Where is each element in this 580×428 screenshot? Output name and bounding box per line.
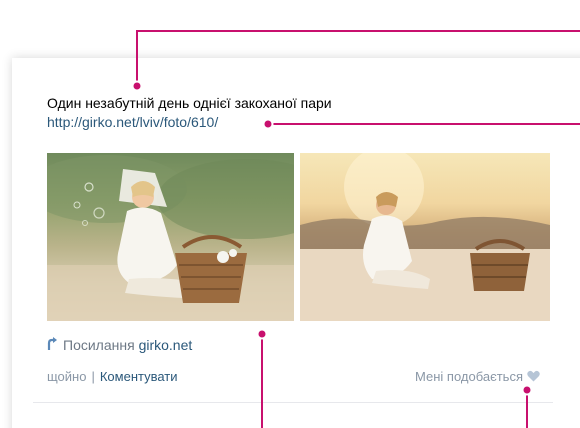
share-domain-link[interactable]: girko.net: [139, 337, 193, 353]
share-arrow-icon: [47, 337, 57, 351]
photo-2-image: [300, 153, 550, 321]
photo-1-image: [47, 155, 294, 321]
post-screenshot: Один незабутній день однієї закоханої па…: [0, 0, 580, 428]
like-label: Мені подобається: [415, 369, 523, 384]
meta-separator: |: [91, 369, 95, 384]
photo-2[interactable]: [300, 153, 550, 321]
share-label: Посилання: [63, 337, 135, 353]
like-button[interactable]: Мені подобається: [415, 369, 540, 384]
comment-button[interactable]: Коментувати: [100, 369, 178, 384]
post-meta: щойно | Коментувати: [47, 369, 178, 384]
post-link[interactable]: http://girko.net/lviv/foto/610/: [47, 114, 218, 130]
photo-1[interactable]: [47, 153, 294, 321]
post-title: Один незабутній день однієї закоханої па…: [47, 95, 332, 111]
post-divider: [33, 402, 553, 403]
heart-icon: [527, 370, 540, 382]
share-row: Посилання girko.net: [47, 337, 192, 353]
post-time: щойно: [47, 369, 87, 384]
